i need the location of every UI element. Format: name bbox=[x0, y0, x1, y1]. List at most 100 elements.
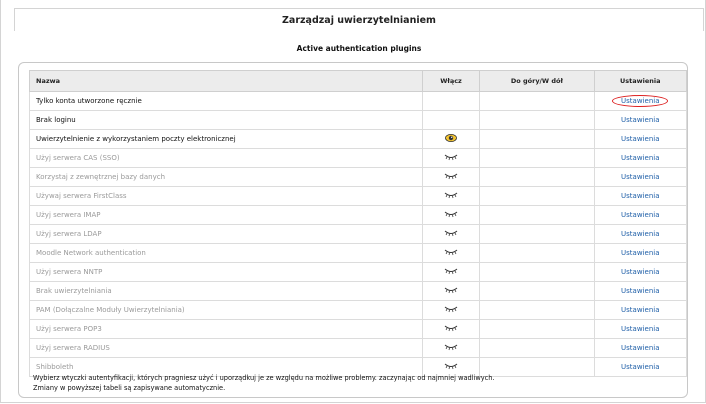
table-row: Używaj serwera FirstClass Ustawienia bbox=[29, 186, 688, 206]
settings-cell: Ustawienia bbox=[593, 357, 688, 377]
enable-cell bbox=[421, 129, 481, 149]
settings-cell: Ustawienia bbox=[593, 186, 688, 206]
plugin-name: Użyj serwera CAS (SSO) bbox=[29, 148, 423, 168]
enable-cell bbox=[421, 262, 481, 282]
settings-link[interactable]: Ustawienia bbox=[621, 211, 659, 219]
order-cell bbox=[479, 357, 595, 377]
plugin-name: Używaj serwera FirstClass bbox=[29, 186, 423, 206]
table-row: Uwierzytelnienie z wykorzystaniem poczty… bbox=[29, 129, 688, 149]
order-cell bbox=[479, 129, 595, 149]
order-cell bbox=[479, 91, 595, 111]
plugin-name: Brak uwierzytelniania bbox=[29, 281, 423, 301]
plugin-name: Uwierzytelnienie z wykorzystaniem poczty… bbox=[29, 129, 423, 149]
settings-cell: Ustawienia bbox=[593, 319, 688, 339]
table-row: Brak loginu Ustawienia bbox=[29, 110, 688, 130]
plugin-name: Tylko konta utworzone ręcznie bbox=[29, 91, 423, 111]
settings-cell: Ustawienia bbox=[593, 281, 688, 301]
footer-line-2: Zmiany w powyższej tabeli są zapisywane … bbox=[33, 384, 226, 392]
eye-closed-icon[interactable] bbox=[444, 286, 458, 296]
footer-line-1: Wybierz wtyczki autentyfikacji, których … bbox=[33, 374, 495, 382]
settings-cell: Ustawienia bbox=[593, 262, 688, 282]
column-header-enable: Włącz bbox=[421, 70, 481, 92]
settings-cell: Ustawienia bbox=[593, 167, 688, 187]
order-cell bbox=[479, 148, 595, 168]
settings-cell: Ustawienia bbox=[593, 91, 688, 111]
settings-cell: Ustawienia bbox=[593, 129, 688, 149]
settings-link[interactable]: Ustawienia bbox=[621, 154, 659, 162]
plugin-name: Użyj serwera RADIUS bbox=[29, 338, 423, 358]
settings-link[interactable]: Ustawienia bbox=[621, 325, 659, 333]
eye-open-icon[interactable] bbox=[445, 133, 457, 145]
column-header-order: Do góry/W dół bbox=[479, 70, 595, 92]
eye-closed-icon[interactable] bbox=[444, 172, 458, 182]
table-row: Użyj serwera CAS (SSO) Ustawienia bbox=[29, 148, 688, 168]
settings-cell: Ustawienia bbox=[593, 338, 688, 358]
enable-cell bbox=[421, 148, 481, 168]
plugin-name: Użyj serwera POP3 bbox=[29, 319, 423, 339]
order-cell bbox=[479, 110, 595, 130]
column-header-settings: Ustawienia bbox=[593, 70, 688, 92]
settings-link[interactable]: Ustawienia bbox=[621, 116, 659, 124]
settings-cell: Ustawienia bbox=[593, 243, 688, 263]
settings-link[interactable]: Ustawienia bbox=[612, 95, 669, 107]
order-cell bbox=[479, 338, 595, 358]
settings-link[interactable]: Ustawienia bbox=[621, 173, 659, 181]
table-row: Korzystaj z zewnętrznej bazy danych Ustaw… bbox=[29, 167, 688, 187]
settings-link[interactable]: Ustawienia bbox=[621, 344, 659, 352]
table-header-row: Nazwa Włącz Do góry/W dół Ustawienia bbox=[29, 70, 688, 92]
settings-link[interactable]: Ustawienia bbox=[621, 306, 659, 314]
eye-closed-icon[interactable] bbox=[444, 305, 458, 315]
order-cell bbox=[479, 167, 595, 187]
column-header-name: Nazwa bbox=[29, 70, 423, 92]
enable-cell bbox=[421, 224, 481, 244]
settings-link[interactable]: Ustawienia bbox=[621, 249, 659, 257]
page-title: Zarządzaj uwierzytelnianiem bbox=[282, 15, 436, 26]
table-row: Tylko konta utworzone ręcznie Ustawienia bbox=[29, 91, 688, 111]
order-cell bbox=[479, 319, 595, 339]
eye-closed-icon[interactable] bbox=[444, 191, 458, 201]
table-row: Użyj serwera NNTP Ustawienia bbox=[29, 262, 688, 282]
settings-cell: Ustawienia bbox=[593, 300, 688, 320]
enable-cell bbox=[421, 186, 481, 206]
enable-cell bbox=[421, 91, 481, 111]
settings-cell: Ustawienia bbox=[593, 148, 688, 168]
plugin-name: Korzystaj z zewnętrznej bazy danych bbox=[29, 167, 423, 187]
eye-closed-icon[interactable] bbox=[444, 153, 458, 163]
settings-cell: Ustawienia bbox=[593, 110, 688, 130]
eye-closed-icon[interactable] bbox=[444, 210, 458, 220]
order-cell bbox=[479, 186, 595, 206]
settings-link[interactable]: Ustawienia bbox=[621, 363, 659, 371]
eye-closed-icon[interactable] bbox=[444, 324, 458, 334]
enable-cell bbox=[421, 205, 481, 225]
order-cell bbox=[479, 281, 595, 301]
enable-cell bbox=[421, 338, 481, 358]
settings-link[interactable]: Ustawienia bbox=[621, 135, 659, 143]
eye-closed-icon[interactable] bbox=[444, 362, 458, 372]
plugin-name: Brak loginu bbox=[29, 110, 423, 130]
plugin-name: PAM (Dołączalne Moduły Uwierzytelniania) bbox=[29, 300, 423, 320]
settings-link[interactable]: Ustawienia bbox=[621, 230, 659, 238]
eye-closed-icon[interactable] bbox=[444, 343, 458, 353]
settings-link[interactable]: Ustawienia bbox=[621, 287, 659, 295]
enable-cell bbox=[421, 110, 481, 130]
footer-note: Wybierz wtyczki autentyfikacji, których … bbox=[33, 373, 495, 393]
eye-closed-icon[interactable] bbox=[444, 267, 458, 277]
eye-closed-icon[interactable] bbox=[444, 248, 458, 258]
enable-cell bbox=[421, 281, 481, 301]
order-cell bbox=[479, 262, 595, 282]
order-cell bbox=[479, 205, 595, 225]
settings-link[interactable]: Ustawienia bbox=[621, 268, 659, 276]
table-row: Brak uwierzytelniania Ustawienia bbox=[29, 281, 688, 301]
table-row: Użyj serwera RADIUS Ustawienia bbox=[29, 338, 688, 358]
order-cell bbox=[479, 224, 595, 244]
table-row: PAM (Dołączalne Moduły Uwierzytelniania)… bbox=[29, 300, 688, 320]
order-cell bbox=[479, 300, 595, 320]
plugin-name: Użyj serwera LDAP bbox=[29, 224, 423, 244]
plugin-name: Użyj serwera NNTP bbox=[29, 262, 423, 282]
settings-cell: Ustawienia bbox=[593, 205, 688, 225]
settings-link[interactable]: Ustawienia bbox=[621, 192, 659, 200]
plugin-name: Moodle Network authentication bbox=[29, 243, 423, 263]
eye-closed-icon[interactable] bbox=[444, 229, 458, 239]
enable-cell bbox=[421, 167, 481, 187]
section-heading: Active authentication plugins bbox=[296, 44, 422, 53]
